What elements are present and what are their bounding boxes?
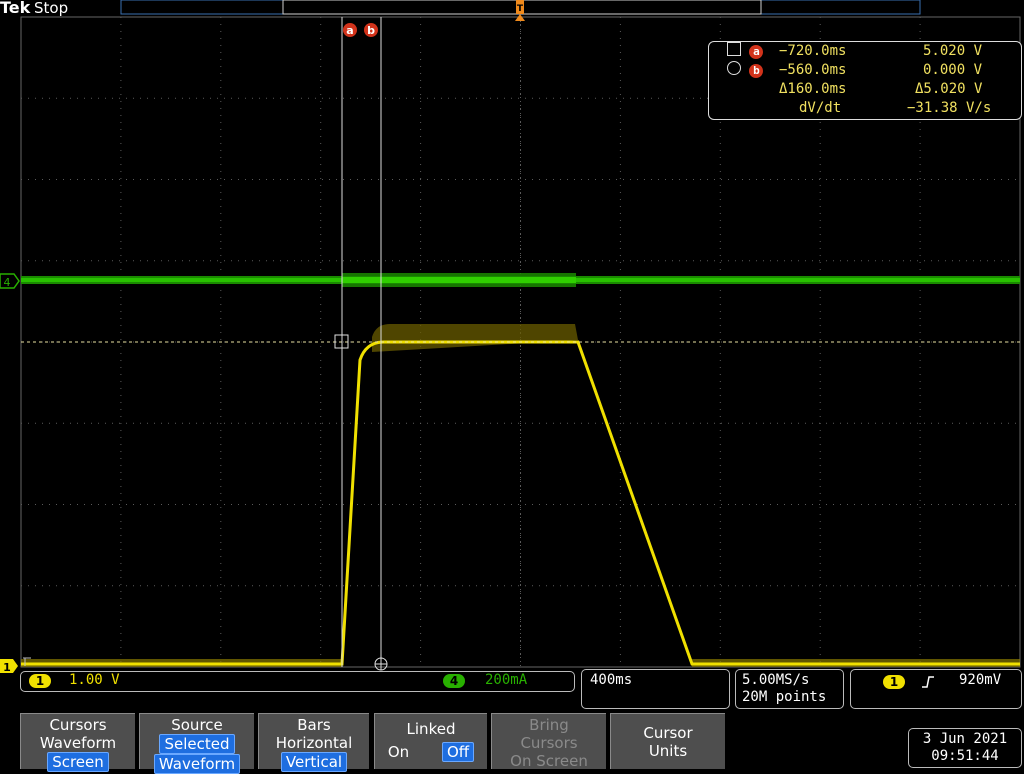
softkey-selected: Screen <box>47 752 109 772</box>
record-length: 20M points <box>742 689 827 705</box>
datetime-box: 3 Jun 2021 09:51:44 <box>908 728 1022 768</box>
ch1-noise-high <box>372 324 578 352</box>
acquisition-state: Stop <box>34 0 69 17</box>
softkey-line2: Horizontal <box>275 734 353 752</box>
softkey-line1: Source <box>171 716 223 734</box>
cursor-a-square-icon <box>727 42 741 56</box>
horizontal-scale: 400ms <box>590 672 633 688</box>
softkey-line1: Linked <box>406 720 456 738</box>
softkey-line2: Units <box>648 742 688 760</box>
trigger-box[interactable]: 1 920mV <box>850 669 1022 709</box>
linked-on-option: On <box>387 743 410 761</box>
cursors-mode-button[interactable]: Cursors Waveform Screen <box>20 713 135 772</box>
softkey-line2: Selected <box>159 734 235 754</box>
ch4-scale: 200mA <box>485 672 528 688</box>
rate-value: −31.38 V/s <box>907 100 992 116</box>
ch4-waveform <box>21 273 1020 287</box>
brand-logo: Tek <box>0 0 31 17</box>
softkey-line2: Cursors <box>520 734 578 752</box>
linked-off-option: Off <box>441 742 475 762</box>
horizontal-scale-box[interactable]: 400ms <box>581 669 730 709</box>
ch4-marker-label: 4 <box>4 276 11 289</box>
rising-edge-icon <box>922 676 934 688</box>
delta-time: Δ160.0ms <box>779 81 847 97</box>
softkey-line1: Cursor <box>643 724 693 742</box>
ch1-marker-label: 1 <box>3 661 11 674</box>
softkey-line2: Waveform <box>39 734 117 752</box>
trigger-source-badge: 1 <box>883 675 905 689</box>
trigger-level: 920mV <box>959 672 1002 688</box>
delta-value: Δ5.020 V <box>915 81 983 97</box>
ch4-badge: 4 <box>443 674 465 688</box>
source-button[interactable]: Source Selected Waveform <box>139 713 254 774</box>
acquisition-box[interactable]: 5.00MS/s 20M points <box>735 669 844 709</box>
ch1-badge: 1 <box>29 674 51 688</box>
softkey-selected: Vertical <box>280 752 348 772</box>
cursor-b-value: 0.000 V <box>923 62 983 78</box>
cursor-a-badge: a <box>749 45 764 59</box>
softkey-selected: Waveform <box>153 754 241 774</box>
softkey-line1: Cursors <box>49 716 107 734</box>
sample-rate: 5.00MS/s <box>742 672 810 688</box>
cursor-b-circle-icon <box>374 657 388 671</box>
cursor-b-badge-label: b <box>367 24 375 37</box>
ch1-waveform <box>21 340 1020 666</box>
bars-orientation-button[interactable]: Bars Horizontal Vertical <box>258 713 369 772</box>
cursor-a-badge-label: a <box>346 24 353 37</box>
softkey-line1: Bring <box>529 716 569 734</box>
cursor-b-circle-icon <box>727 61 741 75</box>
softkey-line3: On Screen <box>510 752 588 770</box>
cursor-a-value: 5.020 V <box>923 43 983 59</box>
trigger-position-label: T <box>517 4 524 14</box>
cursor-b-time: −560.0ms <box>779 62 847 78</box>
cursor-b-badge: b <box>749 64 764 78</box>
softkey-line1: Bars <box>297 716 331 734</box>
cursor-readout-panel: a −720.0ms 5.020 V b −560.0ms 0.000 V Δ1… <box>708 41 1022 120</box>
time-text: 09:51:44 <box>931 748 999 764</box>
rate-label: dV/dt <box>799 100 842 116</box>
cursor-units-button[interactable]: Cursor Units <box>610 713 725 769</box>
ch1-scale: 1.00 V <box>69 672 120 688</box>
cursor-a-time: −720.0ms <box>779 43 847 59</box>
linked-toggle-button[interactable]: Linked On Off <box>374 713 487 769</box>
channel-scale-bar[interactable]: 1 1.00 V 4 200mA <box>20 671 575 692</box>
date-text: 3 Jun 2021 <box>922 731 1008 747</box>
bring-cursors-on-screen-button[interactable]: Bring Cursors On Screen <box>491 713 606 770</box>
